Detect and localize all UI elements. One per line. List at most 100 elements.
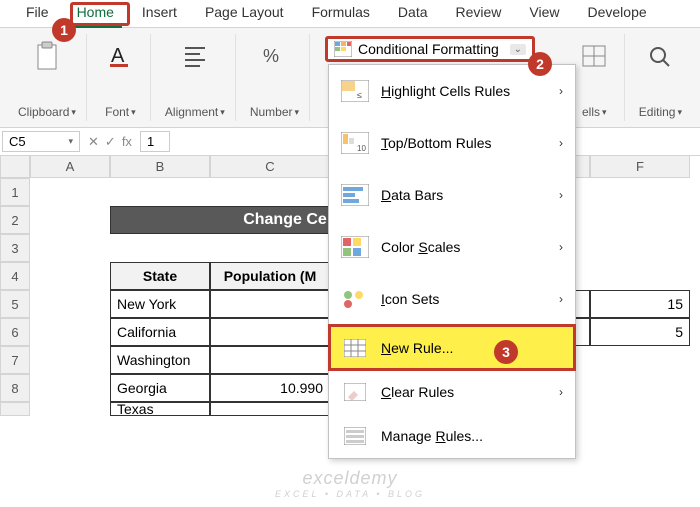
cell[interactable]	[30, 290, 110, 318]
menu-label: Icon Sets	[381, 291, 547, 307]
cancel-icon[interactable]: ✕	[88, 134, 99, 150]
menu-data-bars[interactable]: Data Bars ›	[329, 169, 575, 221]
enter-icon[interactable]: ✓	[105, 134, 116, 150]
name-box[interactable]: C5 ▾	[2, 131, 80, 152]
cell[interactable]	[590, 178, 690, 206]
cell-state[interactable]: California	[110, 318, 210, 346]
chevron-down-icon: ▾	[68, 136, 73, 147]
svg-text:%: %	[263, 46, 279, 66]
annotation-badge-2: 2	[528, 52, 552, 76]
menu-top-bottom-rules[interactable]: 10 Top/Bottom Rules ›	[329, 117, 575, 169]
cell-state[interactable]: Texas	[110, 402, 210, 416]
fx-icon[interactable]: fx	[122, 134, 132, 150]
menu-new-rule[interactable]: New Rule...	[329, 325, 575, 370]
chevron-right-icon: ›	[559, 292, 563, 306]
col-header[interactable]: B	[110, 156, 210, 178]
cell[interactable]	[110, 178, 210, 206]
header-state[interactable]: State	[110, 262, 210, 290]
cell[interactable]	[590, 374, 690, 402]
cell[interactable]	[30, 402, 110, 416]
cell[interactable]	[30, 318, 110, 346]
svg-text:A: A	[111, 45, 125, 67]
manage-rules-icon	[341, 424, 369, 448]
chevron-right-icon: ›	[559, 84, 563, 98]
group-number-label: Number▾	[250, 105, 299, 119]
cell-pop[interactable]	[210, 290, 330, 318]
row-header[interactable]	[0, 402, 30, 416]
menu-label: Data Bars	[381, 187, 547, 203]
cell[interactable]	[30, 178, 110, 206]
menu-label: Manage Rules...	[381, 428, 563, 444]
row-header[interactable]: 4	[0, 262, 30, 290]
tab-insert[interactable]: Insert	[128, 0, 191, 27]
alignment-icon	[179, 40, 211, 72]
tab-view[interactable]: View	[515, 0, 573, 27]
group-font[interactable]: A Font▾	[91, 34, 151, 121]
row-header[interactable]: 1	[0, 178, 30, 206]
cell[interactable]	[210, 234, 330, 262]
cell[interactable]	[110, 234, 210, 262]
cell[interactable]	[590, 262, 690, 290]
cell[interactable]	[590, 206, 690, 234]
menu-clear-rules[interactable]: Clear Rules ›	[329, 370, 575, 414]
chevron-right-icon: ›	[559, 240, 563, 254]
select-all-corner[interactable]	[0, 156, 30, 178]
cell-state[interactable]: Georgia	[110, 374, 210, 402]
svg-text:10: 10	[357, 144, 366, 153]
menu-color-scales[interactable]: Color Scales ›	[329, 221, 575, 273]
cell[interactable]	[210, 178, 330, 206]
tab-formulas[interactable]: Formulas	[298, 0, 384, 27]
cell[interactable]	[30, 346, 110, 374]
cell[interactable]	[590, 402, 690, 416]
cell-target-val[interactable]: 5	[590, 318, 690, 346]
tab-data[interactable]: Data	[384, 0, 442, 27]
watermark: exceldemy EXCEL • DATA • BLOG	[275, 468, 425, 499]
menu-icon-sets[interactable]: Icon Sets ›	[329, 273, 575, 325]
row-header[interactable]: 8	[0, 374, 30, 402]
menu-manage-rules[interactable]: Manage Rules...	[329, 414, 575, 458]
cell[interactable]	[30, 262, 110, 290]
tab-review[interactable]: Review	[442, 0, 516, 27]
col-header[interactable]: C	[210, 156, 330, 178]
row-header[interactable]: 6	[0, 318, 30, 346]
group-number[interactable]: % Number▾	[240, 34, 310, 121]
cell-pop[interactable]	[210, 402, 330, 416]
cell-pop[interactable]	[210, 346, 330, 374]
cell[interactable]	[30, 206, 110, 234]
row-header[interactable]: 3	[0, 234, 30, 262]
name-box-value: C5	[9, 134, 26, 149]
color-scales-icon	[341, 235, 369, 259]
row-header[interactable]: 7	[0, 346, 30, 374]
group-editing-label: Editing▾	[639, 105, 682, 119]
cell[interactable]	[30, 374, 110, 402]
cell-target-val[interactable]: 15	[590, 290, 690, 318]
cell-pop[interactable]	[210, 318, 330, 346]
cell[interactable]	[590, 234, 690, 262]
cell[interactable]	[590, 346, 690, 374]
menu-label: Color Scales	[381, 239, 547, 255]
group-editing[interactable]: Editing▾	[629, 34, 692, 121]
group-clipboard[interactable]: Clipboard▾	[8, 34, 87, 121]
header-population[interactable]: Population (M	[210, 262, 330, 290]
row-header[interactable]: 2	[0, 206, 30, 234]
cell-state[interactable]: Washington	[110, 346, 210, 374]
chevron-right-icon: ›	[559, 188, 563, 202]
row-header[interactable]: 5	[0, 290, 30, 318]
cell[interactable]	[30, 234, 110, 262]
highlight-rules-icon: ≤	[341, 79, 369, 103]
col-header[interactable]: F	[590, 156, 690, 178]
group-cells-label: ells▾	[582, 105, 607, 119]
formula-input[interactable]: 1	[140, 131, 170, 152]
menu-label: Highlight Cells Rules	[381, 83, 547, 99]
conditional-formatting-button[interactable]: Conditional Formatting ⌄	[325, 36, 535, 62]
tab-page-layout[interactable]: Page Layout	[191, 0, 298, 27]
tab-developer[interactable]: Develope	[574, 0, 661, 27]
cell-pop[interactable]: 10.990	[210, 374, 330, 402]
col-header[interactable]: A	[30, 156, 110, 178]
group-alignment-label: Alignment▾	[165, 105, 225, 119]
top-bottom-icon: 10	[341, 131, 369, 155]
group-alignment[interactable]: Alignment▾	[155, 34, 236, 121]
cell-state[interactable]: New York	[110, 290, 210, 318]
chevron-right-icon: ›	[559, 136, 563, 150]
annotation-badge-1: 1	[52, 18, 76, 42]
